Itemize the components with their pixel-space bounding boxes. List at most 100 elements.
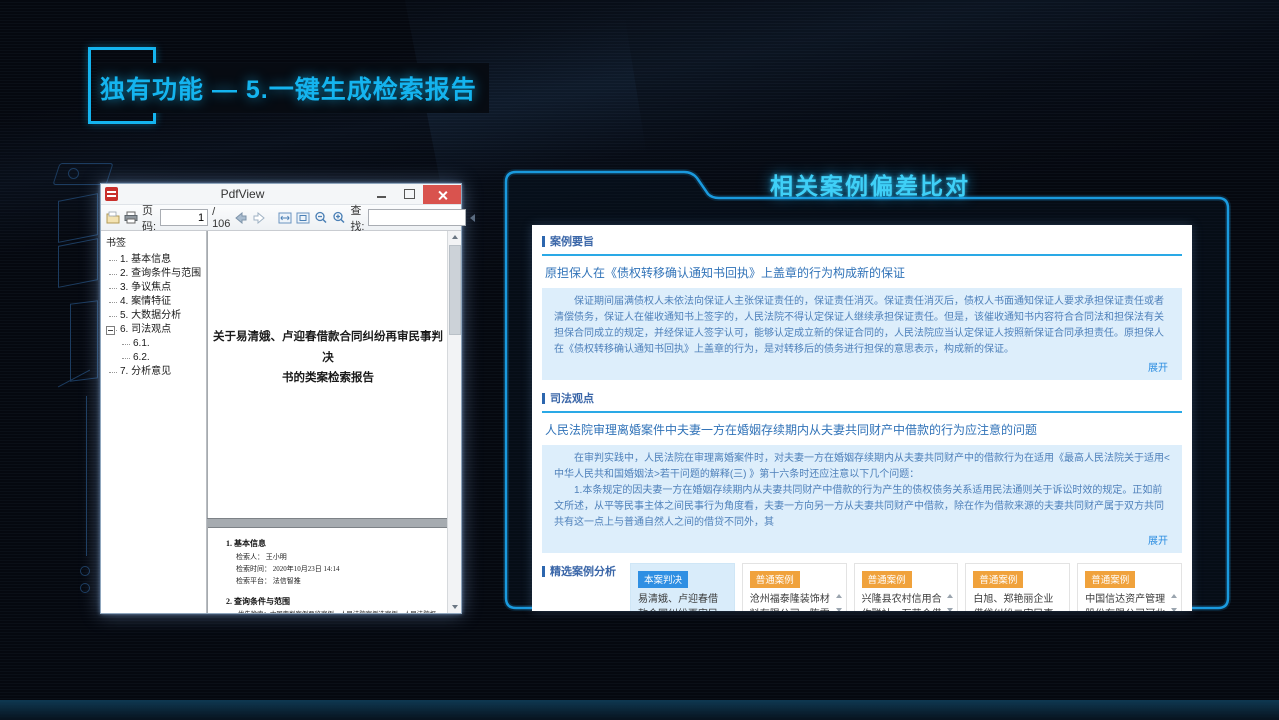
section-underline <box>542 254 1182 256</box>
bookmark-item[interactable]: 3. 争议焦点 <box>106 281 204 295</box>
hud-decoration <box>80 566 90 576</box>
bookmark-item[interactable]: 7. 分析意见 <box>106 365 204 379</box>
case-badge: 普通案例 <box>862 571 912 588</box>
next-page-icon[interactable] <box>252 212 266 224</box>
section-bar-icon <box>542 566 545 577</box>
print-icon[interactable] <box>124 211 138 224</box>
pdf-app-icon <box>105 187 118 201</box>
case-badge: 普通案例 <box>1085 571 1135 588</box>
hud-decoration <box>68 168 79 179</box>
case-card-title: 沧州福泰隆装饰材料有限公司、陈雪借款合同纠纷再审民事判 <box>750 592 833 611</box>
pdf-viewer-window: PdfView 页码: / 106 查找: 书签 1. 基本信息 2. 查询条件… <box>100 183 462 614</box>
bookmark-item[interactable]: 4. 案情特征 <box>106 295 204 309</box>
case-card[interactable]: 普通案例 兴隆县农村信用合作联社、石荣合借款合同纠纷再审民事判决 <box>854 563 959 611</box>
zoom-out-icon[interactable] <box>314 211 328 224</box>
doc-section-heading: 2. 查询条件与范围 <box>226 596 436 607</box>
prev-page-icon[interactable] <box>234 212 248 224</box>
case-card-title: 易清娥、卢迎春借款合同纠纷再审民事判决书 <box>638 592 721 611</box>
scroll-down-icon[interactable] <box>836 608 842 611</box>
scroll-up-icon[interactable] <box>1171 594 1177 598</box>
doc-paragraph: 优先检索：中国审判案例要览案例、人民法院案例选案例、人民法院报案例、人民司法案例… <box>226 610 436 613</box>
section-judicial-view: 司法观点 <box>532 380 1192 406</box>
panel-title: 相关案例偏差比对 <box>640 167 1100 201</box>
collapse-node-icon[interactable] <box>106 326 115 335</box>
section-case-gist: 案例要旨 <box>532 225 1192 249</box>
doc-line: 检索人： 王小明 <box>226 552 436 564</box>
case-title-row: 本案判决 易清娥、卢迎春借款合同纠纷再审民事判决书 普通案例 沧州福泰隆装饰材料… <box>630 563 1182 611</box>
scroll-up-icon[interactable] <box>448 231 461 243</box>
bookmarks-sidebar: 书签 1. 基本信息 2. 查询条件与范围 3. 争议焦点 4. 案情特征 5.… <box>101 231 207 613</box>
scrollbar-thumb[interactable] <box>449 245 461 335</box>
bookmark-item[interactable]: 6.2. <box>106 351 204 365</box>
slide-title: 独有功能 — 5.一键生成检索报告 <box>97 63 489 113</box>
case-badge: 普通案例 <box>750 571 800 588</box>
case-card-title: 中国信达资产管理股份有限公司河北省分公司、南京三信防务 <box>1085 592 1168 611</box>
case-card[interactable]: 普通案例 中国信达资产管理股份有限公司河北省分公司、南京三信防务 <box>1077 563 1182 611</box>
bookmark-item[interactable]: 2. 查询条件与范围 <box>106 267 204 281</box>
case-card[interactable]: 本案判决 易清娥、卢迎春借款合同纠纷再审民事判决书 <box>630 563 735 611</box>
hud-decoration <box>70 300 98 381</box>
section-name: 司法观点 <box>550 390 594 406</box>
bookmarks-header: 书签 <box>106 234 204 249</box>
collapse-toolbar-icon[interactable] <box>470 214 475 222</box>
open-file-icon[interactable] <box>106 211 120 224</box>
page-total: / 106 <box>212 206 230 230</box>
scroll-up-icon[interactable] <box>836 594 842 598</box>
section-bar-icon <box>542 393 545 404</box>
scroll-down-icon[interactable] <box>448 601 461 613</box>
case-gist-box: 保证期间届满债权人未依法向保证人主张保证责任的，保证责任消灭。保证责任消灭后，债… <box>542 288 1182 380</box>
case-badge: 本案判决 <box>638 571 688 588</box>
fit-width-icon[interactable] <box>278 212 292 224</box>
case-gist-subtitle[interactable]: 原担保人在《债权转移确认通知书回执》上盖章的行为构成新的保证 <box>545 264 1179 281</box>
bookmark-item[interactable]: 6. 司法观点 <box>106 323 204 337</box>
close-button[interactable] <box>423 185 461 204</box>
doc-line: 检索平台： 法信智推 <box>226 576 436 588</box>
scroll-down-icon[interactable] <box>1171 608 1177 611</box>
case-comparison-panel: 案例要旨 原担保人在《债权转移确认通知书回执》上盖章的行为构成新的保证 保证期间… <box>532 225 1192 611</box>
hud-decoration <box>58 238 98 288</box>
case-badge: 普通案例 <box>973 571 1023 588</box>
expand-link[interactable]: 展开 <box>554 531 1170 551</box>
bookmark-item[interactable]: 1. 基本信息 <box>106 253 204 267</box>
scroll-up-icon[interactable] <box>947 594 953 598</box>
find-input[interactable] <box>368 209 466 226</box>
minimize-button[interactable] <box>367 185 395 204</box>
document-page-2: 1. 基本信息 检索人： 王小明 检索时间： 2020年10月23日 14:14… <box>207 526 448 613</box>
judicial-view-subtitle[interactable]: 人民法院审理离婚案件中夫妻一方在婚姻存续期内从夫妻共同财产中借款的行为应注意的问… <box>545 421 1179 438</box>
maximize-button[interactable] <box>395 185 423 204</box>
document-page-1: 关于易清娥、卢迎春借款合同纠纷再审民事判决 书的类案检索报告 <box>207 231 448 518</box>
section-bar-icon <box>542 236 545 247</box>
bookmark-item[interactable]: 6.1. <box>106 337 204 351</box>
hud-decoration <box>52 163 113 185</box>
report-title: 关于易清娥、卢迎春借款合同纠纷再审民事判决 书的类案检索报告 <box>208 327 448 389</box>
doc-section-heading: 1. 基本信息 <box>226 538 436 549</box>
fit-page-icon[interactable] <box>296 212 310 224</box>
hud-decoration <box>86 396 87 556</box>
page-label: 页码: <box>142 202 156 234</box>
case-card[interactable]: 普通案例 沧州福泰隆装饰材料有限公司、陈雪借款合同纠纷再审民事判 <box>742 563 847 611</box>
section-name: 案例要旨 <box>550 233 594 249</box>
find-label: 查找: <box>350 202 364 234</box>
case-gist-body: 保证期间届满债权人未依法向保证人主张保证责任的，保证责任消灭。保证责任消灭后，债… <box>554 294 1170 358</box>
case-card-title: 兴隆县农村信用合作联社、石荣合借款合同纠纷再审民事判决 <box>862 592 945 611</box>
zoom-in-icon[interactable] <box>332 211 346 224</box>
doc-line: 检索时间： 2020年10月23日 14:14 <box>226 564 436 576</box>
scroll-down-icon[interactable] <box>947 608 953 611</box>
judicial-view-box: 在审判实践中，人民法院在审理离婚案件时，对夫妻一方在婚姻存续期内从夫妻共同财产中… <box>542 445 1182 553</box>
hud-decoration <box>80 583 90 593</box>
section-underline <box>542 411 1182 413</box>
document-area: 关于易清娥、卢迎春借款合同纠纷再审民事判决 书的类案检索报告 1. 基本信息 检… <box>207 231 461 613</box>
judicial-view-body: 在审判实践中，人民法院在审理离婚案件时，对夫妻一方在婚姻存续期内从夫妻共同财产中… <box>554 451 1170 531</box>
document-scrollbar[interactable] <box>447 231 461 613</box>
case-card-title: 白旭、郑艳丽企业借贷纠纷二审民事判决书 <box>973 592 1056 611</box>
page-number-input[interactable] <box>160 209 208 226</box>
hud-decoration <box>58 193 98 243</box>
section-case-analysis: 精选案例分析 争点 证据 说理 本案判决 易清娥、卢迎春借款合同纠纷再审民事判决… <box>532 563 1192 611</box>
bookmark-item[interactable]: 5. 大数据分析 <box>106 309 204 323</box>
case-card[interactable]: 普通案例 白旭、郑艳丽企业借贷纠纷二审民事判决书 <box>965 563 1070 611</box>
expand-link[interactable]: 展开 <box>554 358 1170 378</box>
pdf-toolbar: 页码: / 106 查找: <box>101 205 461 231</box>
window-title: PdfView <box>118 187 367 201</box>
section-name: 精选案例分析 <box>550 563 616 579</box>
bottom-accent-bar <box>0 700 1279 720</box>
